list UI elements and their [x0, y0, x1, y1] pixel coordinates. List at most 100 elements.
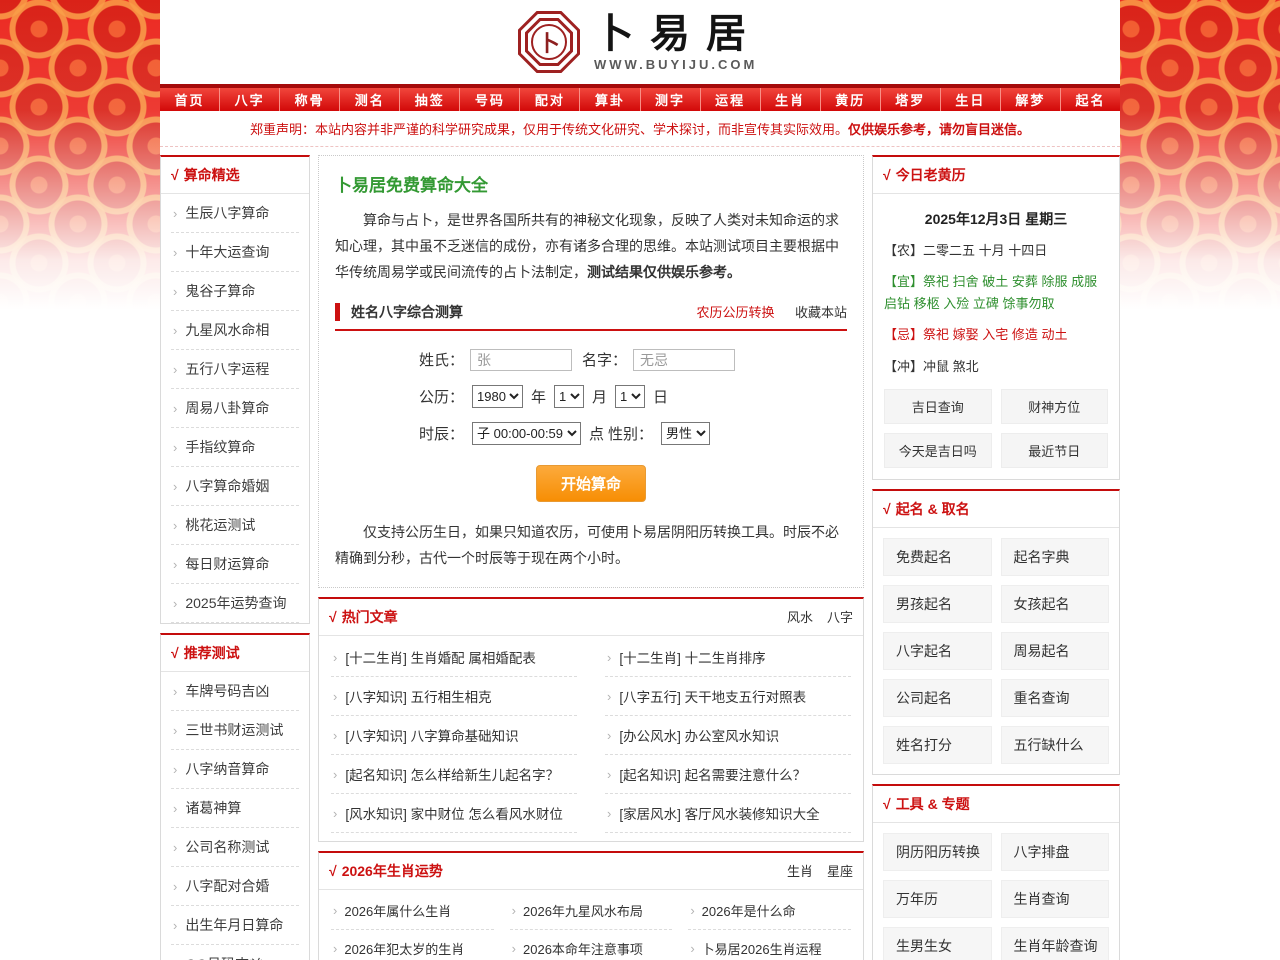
nav-item[interactable]: 黄历 — [820, 88, 880, 111]
sidebar-link[interactable]: ›八字配对合婚 — [171, 867, 299, 906]
naming-button[interactable]: 公司起名 — [883, 679, 992, 717]
logo-glyph: 卜 — [531, 24, 567, 60]
sidebar-link[interactable]: ›QQ号码吉凶 — [171, 945, 299, 960]
left-sidebar: √算命精选 ›生辰八字算命›十年大运查询›鬼谷子算命›九星风水命相›五行八字运程… — [160, 155, 310, 960]
sidebar-link[interactable]: ›八字算命婚姻 — [171, 467, 299, 506]
nav-item[interactable]: 运程 — [700, 88, 760, 111]
nav-item[interactable]: 八字 — [219, 88, 279, 111]
sidebar-link[interactable]: ›车牌号码吉凶 — [171, 672, 299, 711]
nav-item[interactable]: 起名 — [1060, 88, 1120, 111]
chevron-right-icon: › — [173, 801, 177, 816]
article-link[interactable]: ›[起名知识] 怎么样给新生儿起名字？ — [331, 755, 577, 794]
naming-button[interactable]: 男孩起名 — [883, 585, 992, 623]
naming-button[interactable]: 重名查询 — [1001, 679, 1110, 717]
nav-item[interactable]: 测字 — [640, 88, 700, 111]
naming-button[interactable]: 五行缺什么 — [1001, 726, 1110, 764]
gender-select[interactable]: 男性 — [661, 422, 710, 445]
hour-suffix: 点 — [589, 423, 604, 444]
article-link[interactable]: ›[十二生肖] 生肖婚配 属相婚配表 — [331, 638, 577, 677]
sidebar-link[interactable]: ›出生年月日算命 — [171, 906, 299, 945]
sidebar-link[interactable]: ›诸葛神算 — [171, 789, 299, 828]
zodiac-link[interactable]: ›卜易居2026生肖运程 — [688, 930, 851, 960]
article-link[interactable]: ›[八字知识] 五行相生相克 — [331, 677, 577, 716]
tool-button[interactable]: 生肖年龄查询 — [1001, 927, 1110, 960]
favorite-site-link[interactable]: 收藏本站 — [795, 305, 847, 320]
sidebar-link[interactable]: ›2025年运势查询 — [171, 584, 299, 623]
naming-button[interactable]: 免费起名 — [883, 538, 992, 576]
sidebar-link-label: 出生年月日算命 — [185, 915, 283, 935]
header-link[interactable]: 星座 — [827, 864, 853, 879]
sidebar-link[interactable]: ›手指纹算命 — [171, 428, 299, 467]
almanac-header: √今日老黄历 — [873, 157, 1119, 194]
article-link[interactable]: ›[家居风水] 客厅风水装修知识大全 — [605, 794, 851, 833]
sidebar-link[interactable]: ›公司名称测试 — [171, 828, 299, 867]
nav-item[interactable]: 算卦 — [579, 88, 639, 111]
nav-item[interactable]: 塔罗 — [880, 88, 940, 111]
sidebar-link[interactable]: ›八字纳音算命 — [171, 750, 299, 789]
article-link[interactable]: ›[风水知识] 家中财位 怎么看风水财位 — [331, 794, 577, 833]
zodiac-link[interactable]: ›2026年犯太岁的生肖 — [331, 930, 494, 960]
chevron-right-icon: › — [333, 728, 337, 743]
check-icon: √ — [883, 796, 891, 812]
zodiac-2026-section: √2026年生肖运势 生肖星座 ›2026年属什么生肖›2026年九星风水布局›… — [318, 851, 864, 960]
sidebar-link[interactable]: ›三世书财运测试 — [171, 711, 299, 750]
start-fortune-button[interactable]: 开始算命 — [536, 465, 646, 502]
article-link[interactable]: ›[办公风水] 办公室风水知识 — [605, 716, 851, 755]
header-link[interactable]: 生肖 — [787, 864, 813, 879]
date-row: 公历： 1980 年 1 月 1 日 — [419, 385, 847, 408]
naming-button[interactable]: 周易起名 — [1001, 632, 1110, 670]
naming-button[interactable]: 姓名打分 — [883, 726, 992, 764]
tool-button[interactable]: 生男生女 — [883, 927, 992, 960]
nav-item[interactable]: 生肖 — [760, 88, 820, 111]
year-select[interactable]: 1980 — [472, 385, 523, 408]
hour-select[interactable]: 子 00:00-00:59 — [472, 422, 581, 445]
almanac-button[interactable]: 今天是吉日吗 — [884, 433, 992, 468]
tool-button[interactable]: 万年历 — [883, 880, 992, 918]
day-select[interactable]: 1 — [615, 385, 645, 408]
sidebar-link[interactable]: ›生辰八字算命 — [171, 194, 299, 233]
nav-item[interactable]: 号码 — [459, 88, 519, 111]
almanac-button[interactable]: 吉日查询 — [884, 389, 992, 424]
sidebar-link[interactable]: ›周易八卦算命 — [171, 389, 299, 428]
sidebar-link[interactable]: ›桃花运测试 — [171, 506, 299, 545]
naming-button[interactable]: 八字起名 — [883, 632, 992, 670]
surname-input[interactable] — [470, 349, 572, 371]
article-link[interactable]: ›[八字知识] 八字算命基础知识 — [331, 716, 577, 755]
zodiac-link[interactable]: ›2026年是什么命 — [688, 892, 851, 930]
tool-button[interactable]: 阴历阳历转换 — [883, 833, 992, 871]
firstname-input[interactable] — [633, 349, 735, 371]
tool-button[interactable]: 生肖查询 — [1001, 880, 1110, 918]
sidebar-link-label: 鬼谷子算命 — [185, 281, 255, 301]
nav-item[interactable]: 抽签 — [399, 88, 459, 111]
almanac-button[interactable]: 最近节日 — [1001, 433, 1109, 468]
nav-item[interactable]: 测名 — [339, 88, 399, 111]
sidebar-link[interactable]: ›五行八字运程 — [171, 350, 299, 389]
nav-item[interactable]: 解梦 — [1000, 88, 1060, 111]
tool-button[interactable]: 八字排盘 — [1001, 833, 1110, 871]
almanac-button[interactable]: 财神方位 — [1001, 389, 1109, 424]
zodiac-link[interactable]: ›2026年属什么生肖 — [331, 892, 494, 930]
naming-button[interactable]: 起名字典 — [1001, 538, 1110, 576]
featured-section: √算命精选 ›生辰八字算命›十年大运查询›鬼谷子算命›九星风水命相›五行八字运程… — [160, 155, 310, 624]
nav-item[interactable]: 配对 — [519, 88, 579, 111]
article-link[interactable]: ›[十二生肖] 十二生肖排序 — [605, 638, 851, 677]
zodiac-link[interactable]: ›2026年九星风水布局 — [510, 892, 673, 930]
main-column: 卜易居免费算命大全 算命与占卜，是世界各国所共有的神秘文化现象，反映了人类对未知… — [318, 155, 864, 960]
header-link[interactable]: 风水 — [787, 610, 813, 625]
article-link[interactable]: ›[起名知识] 起名需要注意什么？ — [605, 755, 851, 794]
zodiac-link[interactable]: ›2026本命年注意事项 — [510, 930, 673, 960]
sidebar-link[interactable]: ›鬼谷子算命 — [171, 272, 299, 311]
sidebar-link[interactable]: ›十年大运查询 — [171, 233, 299, 272]
check-icon: √ — [329, 863, 337, 879]
month-select[interactable]: 1 — [554, 385, 584, 408]
sidebar-link[interactable]: ›九星风水命相 — [171, 311, 299, 350]
header-link[interactable]: 八字 — [827, 610, 853, 625]
article-link[interactable]: ›[八字五行] 天干地支五行对照表 — [605, 677, 851, 716]
nav-item[interactable]: 首页 — [160, 88, 219, 111]
sidebar-link-label: 九星风水命相 — [185, 320, 269, 340]
nav-item[interactable]: 称骨 — [279, 88, 339, 111]
naming-button[interactable]: 女孩起名 — [1001, 585, 1110, 623]
sidebar-link[interactable]: ›每日财运算命 — [171, 545, 299, 584]
nav-item[interactable]: 生日 — [940, 88, 1000, 111]
calendar-convert-link[interactable]: 农历公历转换 — [697, 305, 775, 320]
